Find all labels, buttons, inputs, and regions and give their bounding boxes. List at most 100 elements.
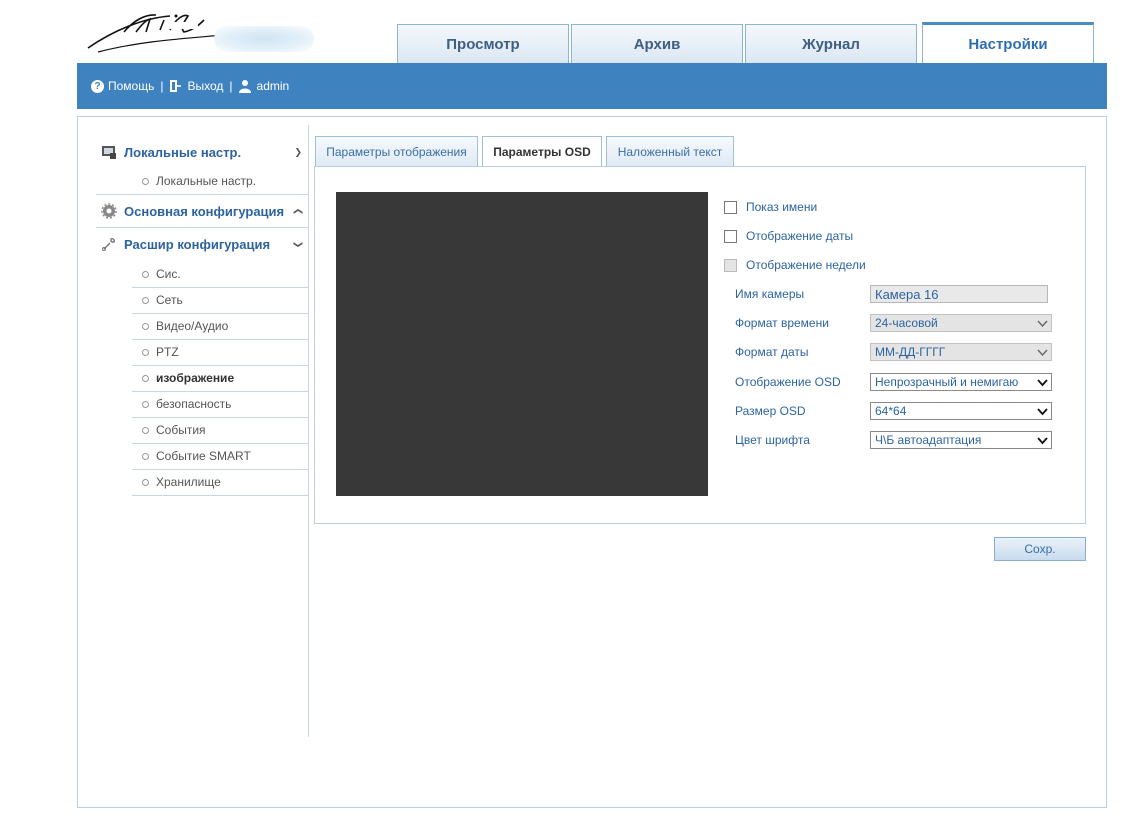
username: admin <box>256 79 290 93</box>
bullet-icon <box>142 177 149 185</box>
chevron-down-icon <box>1037 437 1048 445</box>
show-name-label: Показ имени <box>746 200 818 214</box>
sidebar-item-smart-event[interactable]: Событие SMART <box>132 443 308 469</box>
sidebar-item-label: безопасность <box>156 397 232 411</box>
chevron-down-icon <box>1037 408 1048 416</box>
sidebar-item-label: Хранилище <box>156 475 221 489</box>
sidebar-advanced-config[interactable]: Расшир конфигурация ❯ <box>96 231 308 257</box>
bullet-icon <box>142 296 149 304</box>
bullet-icon <box>142 426 149 434</box>
sidebar-item-system[interactable]: Сис. <box>132 261 308 287</box>
show-date-label: Отображение даты <box>746 229 854 243</box>
user-bar: ? Помощь | Выход | admin <box>77 63 1107 109</box>
sidebar-item-events[interactable]: События <box>132 417 308 443</box>
bullet-icon <box>142 322 149 330</box>
help-icon: ? <box>91 79 104 93</box>
osd-display-label: Отображение OSD <box>735 375 841 389</box>
osd-display-value: Непрозрачный и немигаю <box>875 375 1019 389</box>
sidebar-item-ptz[interactable]: PTZ <box>132 339 308 365</box>
separator: | <box>160 79 164 93</box>
bullet-icon <box>142 348 149 356</box>
show-week-checkbox[interactable]: Отображение недели <box>724 256 866 274</box>
date-format-label: Формат даты <box>735 345 809 359</box>
sidebar-item-label: изображение <box>156 371 235 385</box>
user-info: admin <box>238 79 290 93</box>
tab-display-settings[interactable]: Параметры отображения <box>315 136 478 166</box>
logout-label: Выход <box>187 79 224 93</box>
sidebar-item-label: Событие SMART <box>156 449 251 463</box>
osd-size-label: Размер OSD <box>735 404 806 418</box>
tab-playback[interactable]: Архив <box>571 24 743 63</box>
osd-display-select[interactable]: Непрозрачный и немигаю <box>870 373 1052 391</box>
sidebar-item-security[interactable]: безопасность <box>132 391 308 417</box>
osd-size-value: 64*64 <box>875 404 907 418</box>
sidebar-item-label: PTZ <box>156 345 179 359</box>
sidebar-item-video-audio[interactable]: Видео/Аудио <box>132 313 308 339</box>
sidebar-item-network[interactable]: Сеть <box>132 287 308 313</box>
sidebar-item-label: Сис. <box>156 267 181 281</box>
separator: | <box>229 79 233 93</box>
sidebar-item-local-config[interactable]: Локальные настр. <box>138 172 256 190</box>
sidebar-local-config-label: Локальные настр. <box>124 144 242 160</box>
local-config-icon <box>100 143 118 161</box>
bullet-icon <box>142 270 149 278</box>
tab-log[interactable]: Журнал <box>745 24 917 63</box>
logout-link[interactable]: Выход <box>169 79 223 93</box>
date-format-select[interactable]: ММ-ДД-ГГГГ <box>870 343 1052 361</box>
camera-name-input[interactable] <box>870 285 1048 303</box>
help-label: Помощь <box>108 79 155 93</box>
time-format-select[interactable]: 24-часовой <box>870 314 1052 332</box>
checkbox-icon[interactable] <box>724 200 737 214</box>
osd-size-select[interactable]: 64*64 <box>870 402 1052 420</box>
help-link[interactable]: ? Помощь <box>91 79 154 93</box>
bullet-icon <box>142 374 149 382</box>
video-preview[interactable] <box>336 192 708 496</box>
checkbox-icon[interactable] <box>724 229 737 243</box>
time-format-value: 24-часовой <box>875 316 938 330</box>
sidebar-item-label: Видео/Аудио <box>156 319 229 333</box>
font-color-value: Ч\Б автоадаптация <box>875 433 982 447</box>
divider <box>96 227 308 228</box>
header: Просмотр Архив Журнал Настройки <box>0 0 1144 64</box>
divider <box>96 194 308 195</box>
sidebar-item-image[interactable]: изображение <box>132 365 308 391</box>
sidebar-item-label: Сеть <box>156 293 183 307</box>
show-name-checkbox[interactable]: Показ имени <box>724 198 817 216</box>
font-color-select[interactable]: Ч\Б автоадаптация <box>870 431 1052 449</box>
date-format-value: ММ-ДД-ГГГГ <box>875 345 946 359</box>
sidebar-item-label: События <box>156 423 206 437</box>
time-format-label: Формат времени <box>735 316 829 330</box>
show-date-checkbox[interactable]: Отображение даты <box>724 227 853 245</box>
gear-icon <box>100 202 118 220</box>
chevron-down-icon <box>1037 379 1048 387</box>
chevron-down-icon <box>1037 320 1048 328</box>
chevron-down-icon[interactable]: ❯ <box>294 147 302 158</box>
sidebar-local-config[interactable]: Локальные настр. ❯ <box>96 139 308 165</box>
tab-live-view[interactable]: Просмотр <box>397 24 569 63</box>
sidebar-advanced-config-label: Расшир конфигурация <box>124 236 271 252</box>
logo-graphic <box>214 26 314 52</box>
show-week-label: Отображение недели <box>746 258 866 272</box>
sidebar-divider <box>308 125 309 737</box>
save-button[interactable]: Сохр. <box>994 537 1086 561</box>
chevron-up-icon[interactable]: ❯ <box>293 207 304 215</box>
chevron-down-icon <box>1037 349 1048 357</box>
bullet-icon <box>142 478 149 486</box>
checkbox-icon[interactable] <box>724 258 737 272</box>
tab-configuration[interactable]: Настройки <box>922 22 1094 64</box>
sidebar-basic-config[interactable]: Основная конфигурация ❯ <box>96 198 308 224</box>
sidebar-item-label: Локальные настр. <box>156 174 257 188</box>
camera-name-label: Имя камеры <box>735 287 805 301</box>
chevron-down-icon[interactable]: ❯ <box>293 240 304 248</box>
wrench-icon <box>100 235 118 253</box>
tab-osd-settings[interactable]: Параметры OSD <box>482 136 602 167</box>
sidebar-item-storage[interactable]: Хранилище <box>132 469 308 495</box>
font-color-label: Цвет шрифта <box>735 433 810 447</box>
sidebar-basic-config-label: Основная конфигурация <box>124 203 285 219</box>
bullet-icon <box>142 400 149 408</box>
user-icon <box>238 80 251 93</box>
divider <box>132 495 308 496</box>
logout-icon <box>170 80 182 92</box>
tab-text-overlay[interactable]: Наложенный текст <box>606 136 734 166</box>
bullet-icon <box>142 452 149 460</box>
